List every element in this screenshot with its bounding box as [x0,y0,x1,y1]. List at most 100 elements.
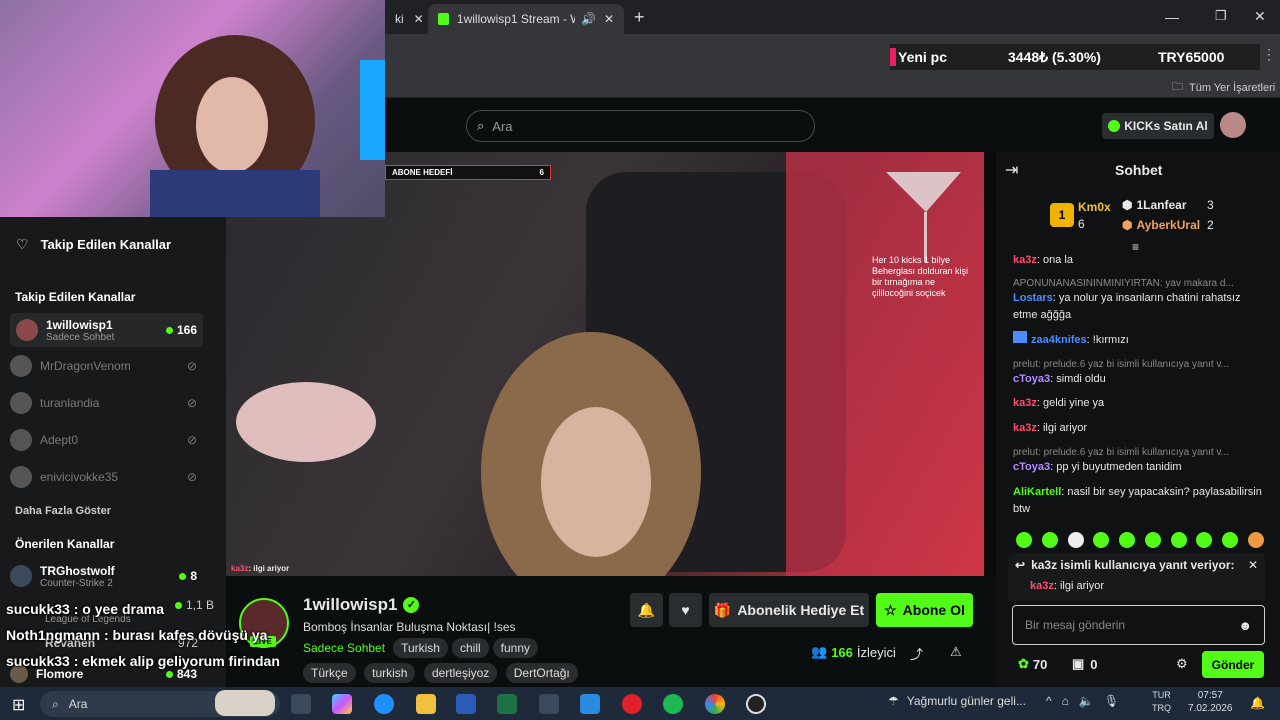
file-explorer-icon[interactable] [416,694,436,714]
person-shirt [150,170,320,217]
show-more-link[interactable]: Daha Fazla Göster [15,505,111,517]
minimize-icon[interactable]: — [1165,9,1179,25]
task-view-icon[interactable] [291,694,311,714]
search-input[interactable]: ⌕ Ara [466,110,815,142]
window-close-icon[interactable]: ✕ [1254,8,1266,25]
chat-text: : ilgi ariyor [1036,422,1087,434]
followed-header[interactable]: ♡ Takip Edilen Kanallar [16,236,171,253]
emote-icon[interactable] [1067,532,1084,548]
gift-count[interactable]: ▣ 0 [1072,656,1098,672]
sidebar-item-adept0[interactable]: Adept0 ⊘ [10,424,203,456]
taskbar-search-placeholder: Ara [68,697,88,711]
tag[interactable]: dertleşiyoz [423,663,498,683]
avatar [16,319,38,341]
spotify-icon[interactable] [663,694,683,714]
emote-icon[interactable] [1016,532,1032,548]
buy-kicks-button[interactable]: KICKs Satın Al [1102,113,1214,139]
emote-icon[interactable] [1144,532,1161,548]
copilot-icon[interactable] [332,694,352,714]
notification-bell-button[interactable]: 🔔 [630,593,663,627]
obs-icon[interactable] [746,694,766,714]
chat-text: : !kırmızı [1086,334,1129,346]
sidebar-item-trghostwolf[interactable]: TRGhostwolf Counter-Strike 2 8 [10,560,203,592]
search-icon: ⌕ [52,696,59,711]
volume-icon[interactable]: 🔈 [1079,694,1094,708]
excel-icon[interactable] [497,694,517,714]
close-icon[interactable]: ✕ [414,12,424,26]
store-icon[interactable] [580,694,600,714]
chat-input[interactable]: Bir mesaj gönderin ☻ [1012,605,1265,645]
chat-username[interactable]: zaa4knifes [1031,334,1087,346]
calculator-icon[interactable] [539,694,559,714]
maximize-icon[interactable]: ❐ [1215,8,1227,24]
tag[interactable]: turkish [364,663,416,683]
leaderboard-entry[interactable]: ⬢ 1Lanfear [1122,198,1187,212]
buy-kicks-label: KICKs Satın Al [1124,119,1208,133]
emote-icon[interactable] [1170,532,1187,548]
clock[interactable]: 07:57 7.02.2026 [1188,689,1233,715]
new-tab-button[interactable]: + [634,7,645,28]
category-link[interactable]: Sadece Sohbet [303,641,385,655]
follow-button[interactable]: ♥ [669,593,702,627]
browser-tab-active[interactable]: 1willowisp1 Stream - Watch 🔊 ✕ [428,4,624,34]
tag[interactable]: DertOrtağı [505,663,578,683]
microphone-icon[interactable]: 🎙 [1104,694,1119,708]
emoji-icon[interactable]: ☻ [1238,618,1252,633]
category-row: Sadece Sohbet Turkish chill funny [303,638,542,658]
send-button[interactable]: Gönder [1202,651,1264,678]
emote-icon[interactable] [1247,532,1264,548]
tag[interactable]: chill [451,638,489,658]
close-icon[interactable]: ✕ [604,12,614,26]
gift-subscription-button[interactable]: 🎁 Abonelik Hediye Et [709,593,869,627]
chat-username[interactable]: ka3z [1013,422,1037,434]
more-icon[interactable]: ⋮ [1262,46,1276,63]
sidebar-item-mrdragonvenom[interactable]: MrDragonVenom ⊘ [10,350,203,382]
ticker-label: Yeni pc [898,49,948,65]
star-icon: ☆ [884,601,897,618]
channel-name: MrDragonVenom [40,359,131,373]
tag[interactable]: Turkish [393,638,448,658]
chevron-up-icon[interactable]: ^ [1046,694,1052,708]
chat-username[interactable]: ka3z [1013,397,1037,409]
emote-icon[interactable] [1222,532,1239,548]
weather-widget[interactable]: ☂ Yağmurlu günler geli... [888,694,1026,708]
word-icon[interactable] [456,694,476,714]
collapse-chat-icon[interactable]: ⇥ [1005,160,1018,180]
subscribe-button[interactable]: ☆ Abone Ol [876,593,973,627]
report-icon[interactable]: ⚠ [950,644,962,660]
chat-username[interactable]: ka3z [1013,254,1037,266]
sidebar-item-1willowisp1[interactable]: 1willowisp1 Sadece Sohbet 166 [10,313,203,347]
notification-icon[interactable]: 🔔 [1250,696,1265,710]
all-bookmarks[interactable]: 🗀 Tüm Yer İşaretleri [1172,78,1275,97]
sidebar-item-turanlandia[interactable]: turanlandia ⊘ [10,387,203,419]
channel-title[interactable]: 1willowisp1 ✓ [303,595,420,615]
channel-points[interactable]: ✿ 70 [1018,656,1047,672]
network-icon[interactable]: ⌂ [1062,694,1069,708]
chat-username[interactable]: cToya3 [1013,373,1050,385]
opera-icon[interactable] [622,694,642,714]
emote-icon[interactable] [1119,532,1136,548]
tag[interactable]: funny [492,638,539,658]
language-indicator[interactable]: TUR TRQ [1152,689,1171,715]
speaker-icon[interactable]: 🔊 [581,12,596,26]
folder-icon: 🗀 [1172,81,1183,93]
followed-section-title: Takip Edilen Kanallar [15,290,136,304]
share-icon[interactable]: ⤴ [910,644,923,663]
user-avatar[interactable] [1220,112,1246,138]
close-reply-icon[interactable]: ✕ [1248,558,1258,572]
emote-icon[interactable] [1093,532,1110,548]
tag[interactable]: Türkçe [303,663,356,683]
sidebar-item-enivicivokke35[interactable]: enivicivokke35 ⊘ [10,461,203,493]
chat-username[interactable]: AliKartell [1013,486,1061,498]
chat-username[interactable]: Lostars [1013,292,1053,304]
chrome-icon[interactable] [705,694,725,714]
leaderboard-name[interactable]: Km0x [1078,200,1111,214]
emote-icon[interactable] [1196,532,1213,548]
emote-icon[interactable] [1041,532,1058,548]
chat-username[interactable]: cToya3 [1013,461,1050,473]
settings-gear-icon[interactable]: ⚙ [1176,656,1188,672]
edge-icon[interactable] [374,694,394,714]
leaderboard-entry[interactable]: ⬢ AyberkUral [1122,218,1200,232]
browser-tab-inactive[interactable]: ki ✕ [385,4,425,34]
windows-start-icon[interactable]: ⊞ [12,695,25,715]
